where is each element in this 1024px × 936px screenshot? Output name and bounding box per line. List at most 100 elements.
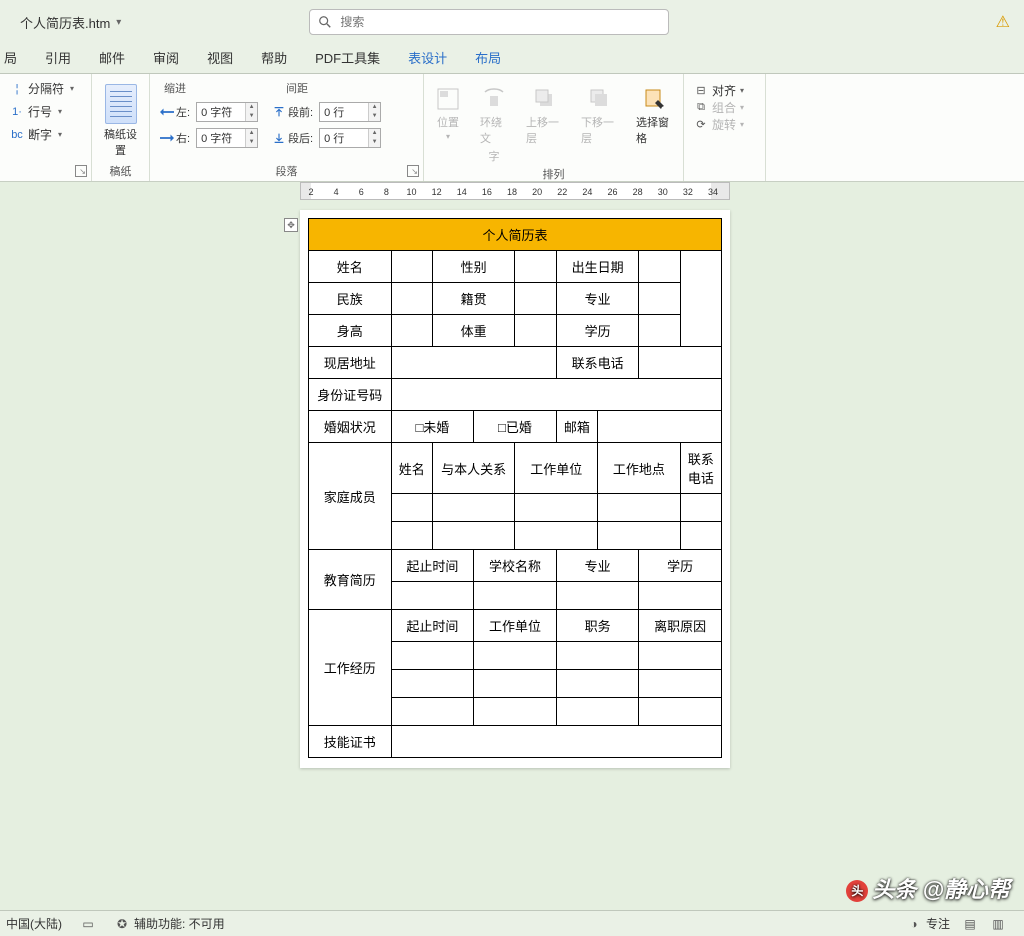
ruler-number: 30 bbox=[658, 187, 668, 197]
indent-left-icon bbox=[160, 107, 174, 117]
breaks-button[interactable]: ¦分隔符▾ bbox=[10, 80, 81, 97]
read-mode-icon[interactable]: ▥ bbox=[990, 916, 1006, 932]
ruler-number: 28 bbox=[633, 187, 643, 197]
label-skills: 技能证书 bbox=[309, 726, 392, 758]
align-button[interactable]: ⊟对齐▾ bbox=[694, 82, 755, 99]
tab-layout-cn[interactable]: 局 bbox=[0, 44, 21, 73]
ruler-number: 2 bbox=[308, 187, 313, 197]
spacing-header: 间距 bbox=[286, 80, 308, 96]
label-weight: 体重 bbox=[432, 315, 515, 347]
spacing-after-spinner[interactable]: ▲▼ bbox=[319, 128, 381, 148]
focus-icon: ◑ bbox=[906, 916, 922, 932]
horizontal-ruler[interactable]: 246810121416182022242628303234 bbox=[300, 182, 730, 200]
bring-forward-icon bbox=[531, 86, 559, 112]
chevron-down-icon: ▾ bbox=[70, 84, 74, 93]
print-layout-icon[interactable]: ▤ bbox=[962, 916, 978, 932]
status-focus[interactable]: ◑专注 bbox=[906, 915, 950, 932]
manuscript-label: 稿纸设置 bbox=[102, 126, 139, 158]
line-numbers-button[interactable]: 1·行号▾ bbox=[10, 103, 81, 120]
tab-mailings[interactable]: 邮件 bbox=[95, 44, 129, 73]
dialog-launcher-icon[interactable]: ↘ bbox=[407, 165, 419, 177]
status-bar: 中国(大陆) ▭ ✪辅助功能: 不可用 ◑专注 ▤ ▥ bbox=[0, 910, 1024, 936]
rotate-button: ⟳旋转▾ bbox=[694, 116, 755, 133]
tab-references[interactable]: 引用 bbox=[41, 44, 75, 73]
label-idno: 身份证号码 bbox=[309, 379, 392, 411]
label-dob: 出生日期 bbox=[556, 251, 639, 283]
ruler-number: 26 bbox=[607, 187, 617, 197]
ruler-number: 24 bbox=[582, 187, 592, 197]
tab-table-design[interactable]: 表设计 bbox=[404, 44, 451, 73]
ruler-number: 18 bbox=[507, 187, 517, 197]
opt-married[interactable]: □已婚 bbox=[474, 411, 557, 443]
align-icon: ⊟ bbox=[694, 84, 708, 97]
send-backward-button: 下移一层 bbox=[581, 86, 618, 146]
status-a11y[interactable]: ✪辅助功能: 不可用 bbox=[114, 915, 225, 932]
opt-unmarried[interactable]: □未婚 bbox=[391, 411, 474, 443]
indent-header: 缩进 bbox=[164, 80, 186, 96]
label-email: 邮箱 bbox=[556, 411, 597, 443]
ruler-number: 4 bbox=[334, 187, 339, 197]
label-height: 身高 bbox=[309, 315, 392, 347]
wrap-text-icon bbox=[480, 86, 508, 112]
search-input[interactable] bbox=[340, 15, 660, 29]
label-name: 姓名 bbox=[309, 251, 392, 283]
ruler-number: 22 bbox=[557, 187, 567, 197]
tab-pdf-tools[interactable]: PDF工具集 bbox=[311, 44, 384, 73]
document-workspace: 个人简历表 姓名 性别 出生日期 民族 籍贯 专业 身高 体重 学历 现居地址 … bbox=[0, 204, 1024, 910]
manuscript-icon[interactable] bbox=[105, 84, 137, 124]
table-move-handle[interactable] bbox=[284, 218, 298, 232]
chevron-down-icon: ▾ bbox=[116, 17, 121, 28]
document-name-dropdown[interactable]: 个人简历表.htm ▾ bbox=[20, 13, 121, 32]
position-button: 位置▾ bbox=[434, 86, 462, 141]
label-tel: 联系电话 bbox=[556, 347, 639, 379]
spacing-after-icon bbox=[272, 133, 286, 143]
photo-cell[interactable] bbox=[680, 251, 721, 347]
ruler-number: 6 bbox=[359, 187, 364, 197]
indent-right-spinner[interactable]: ▲▼ bbox=[196, 128, 258, 148]
spacing-before-icon bbox=[272, 107, 286, 117]
search-box[interactable] bbox=[309, 9, 669, 35]
accessibility-icon: ✪ bbox=[114, 916, 130, 932]
ruler-number: 12 bbox=[432, 187, 442, 197]
tab-help[interactable]: 帮助 bbox=[257, 44, 291, 73]
group-icon: ⧉ bbox=[694, 101, 708, 114]
status-locale[interactable]: 中国(大陆) bbox=[6, 915, 62, 932]
label-major: 专业 bbox=[556, 283, 639, 315]
ribbon-group-arrange: 位置▾ 环绕文字 上移一层 下移一层 选择窗格 排列 bbox=[424, 74, 684, 181]
label-marital: 婚姻状况 bbox=[309, 411, 392, 443]
label-native: 籍贯 bbox=[432, 283, 515, 315]
tab-review[interactable]: 审阅 bbox=[149, 44, 183, 73]
table-title: 个人简历表 bbox=[309, 219, 722, 251]
line-numbers-icon: 1· bbox=[10, 106, 24, 118]
wrap-text-button: 环绕文字 bbox=[480, 86, 508, 164]
selection-pane-button[interactable]: 选择窗格 bbox=[636, 86, 673, 146]
resume-table[interactable]: 个人简历表 姓名 性别 出生日期 民族 籍贯 专业 身高 体重 学历 现居地址 … bbox=[308, 218, 722, 758]
spacing-before-spinner[interactable]: ▲▼ bbox=[319, 102, 381, 122]
title-bar: 个人简历表.htm ▾ ⚠ bbox=[0, 0, 1024, 44]
ribbon-group-align: ⊟对齐▾ ⧉组合▾ ⟳旋转▾ bbox=[684, 74, 766, 181]
ruler-number: 10 bbox=[406, 187, 416, 197]
dialog-launcher-icon[interactable]: ↘ bbox=[75, 165, 87, 177]
tab-view[interactable]: 视图 bbox=[203, 44, 237, 73]
ruler-number: 14 bbox=[457, 187, 467, 197]
ruler-number: 16 bbox=[482, 187, 492, 197]
ruler-number: 8 bbox=[384, 187, 389, 197]
page-canvas[interactable]: 个人简历表 姓名 性别 出生日期 民族 籍贯 专业 身高 体重 学历 现居地址 … bbox=[300, 210, 730, 768]
label-work-hist: 工作经历 bbox=[309, 610, 392, 726]
ribbon-group-page-setup: ¦分隔符▾ 1·行号▾ bc断字▾ ↘ bbox=[0, 74, 92, 181]
warning-icon[interactable]: ⚠ bbox=[996, 12, 1010, 32]
book-icon[interactable]: ▭ bbox=[80, 916, 96, 932]
search-icon bbox=[318, 15, 332, 29]
document-name: 个人简历表.htm bbox=[20, 13, 110, 32]
hyphenation-button[interactable]: bc断字▾ bbox=[10, 126, 81, 143]
label-address: 现居地址 bbox=[309, 347, 392, 379]
send-backward-icon bbox=[586, 86, 614, 112]
position-icon bbox=[434, 86, 462, 112]
tab-table-layout[interactable]: 布局 bbox=[471, 44, 505, 73]
bring-forward-button: 上移一层 bbox=[526, 86, 563, 146]
indent-left-spinner[interactable]: ▲▼ bbox=[196, 102, 258, 122]
ruler-area: 246810121416182022242628303234 bbox=[0, 182, 1024, 204]
label-nation: 民族 bbox=[309, 283, 392, 315]
ribbon-group-paragraph: 缩进 间距 左: ▲▼ 段前: ▲▼ 右: ▲▼ 段后: ▲▼ 段落 ↘ bbox=[150, 74, 424, 181]
breaks-icon: ¦ bbox=[10, 83, 24, 95]
